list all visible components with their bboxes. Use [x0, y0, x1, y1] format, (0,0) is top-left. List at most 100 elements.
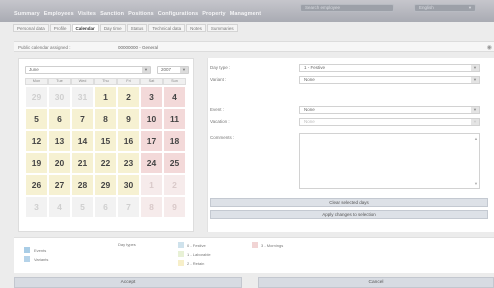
accept-button[interactable]: Accept — [14, 277, 242, 288]
month-select[interactable]: June ▼ — [25, 66, 151, 74]
calendar-day[interactable]: 2 — [163, 174, 186, 196]
chevron-down-icon: ▼ — [471, 65, 479, 71]
event-select[interactable]: None ▼ — [299, 106, 480, 114]
tab-calendar[interactable]: Calendar — [71, 24, 99, 32]
calendar-day[interactable]: 18 — [163, 130, 186, 152]
comments-label: Comments : — [210, 135, 235, 140]
calendar-day[interactable]: 1 — [94, 86, 117, 108]
calendar-day[interactable]: 10 — [140, 108, 163, 130]
menu-managment[interactable]: Managment — [230, 11, 261, 17]
calendar-day[interactable]: 7 — [117, 196, 140, 218]
chevron-down-icon: ▼ — [471, 107, 479, 113]
language-select[interactable]: English ▼ — [414, 4, 476, 12]
calendar-day[interactable]: 26 — [25, 174, 48, 196]
calendar-day[interactable]: 20 — [48, 152, 71, 174]
calendar-day[interactable]: 27 — [48, 174, 71, 196]
calendar-day[interactable]: 31 — [71, 86, 94, 108]
calendar-day[interactable]: 9 — [163, 196, 186, 218]
tab-summaries[interactable]: Summaries — [206, 24, 238, 32]
menu-property[interactable]: Property — [202, 11, 225, 17]
calendar-day[interactable]: 11 — [163, 108, 186, 130]
calendar-day[interactable]: 6 — [94, 196, 117, 218]
vacation-label: Vacation : — [210, 119, 230, 124]
tab-profile[interactable]: Profile — [49, 24, 71, 32]
legend-mornings: 3 - Mornings — [261, 243, 284, 248]
calendar-day[interactable]: 22 — [94, 152, 117, 174]
year-select[interactable]: 2007 ▼ — [157, 66, 189, 74]
calendar-day[interactable]: 16 — [117, 130, 140, 152]
calendar-day[interactable]: 19 — [25, 152, 48, 174]
menu-configurations[interactable]: Configurations — [158, 11, 199, 17]
calendar-day[interactable]: 7 — [71, 108, 94, 130]
weekday-header: Sun — [163, 78, 186, 85]
day-type-select[interactable]: 1 - Festive ▼ — [299, 64, 480, 72]
language-value: English — [419, 5, 434, 10]
tab-personal-data[interactable]: Personal data — [13, 24, 49, 32]
main-menu: Summary Employees Visites Sanction Posit… — [14, 11, 261, 17]
vacation-select[interactable]: None ▼ — [299, 118, 480, 126]
calendar-day[interactable]: 15 — [94, 130, 117, 152]
calendar-day[interactable]: 8 — [140, 196, 163, 218]
calendar-day[interactable]: 4 — [163, 86, 186, 108]
calendar-day[interactable]: 21 — [71, 152, 94, 174]
calendar-day[interactable]: 13 — [48, 130, 71, 152]
calendar-day[interactable]: 1 — [140, 174, 163, 196]
variant-label: Variant : — [210, 77, 227, 82]
menu-visites[interactable]: Visites — [78, 11, 96, 17]
event-label: Event : — [210, 107, 225, 112]
calendar-day[interactable]: 30 — [48, 86, 71, 108]
calendar-day[interactable]: 5 — [71, 196, 94, 218]
chevron-down-icon: ▼ — [142, 67, 150, 73]
tab-status[interactable]: Status — [126, 24, 148, 32]
variant-value: None — [304, 77, 315, 82]
menu-positions[interactable]: Positions — [128, 11, 154, 17]
calendar-day[interactable]: 12 — [25, 130, 48, 152]
calendar-day[interactable]: 28 — [71, 174, 94, 196]
vacation-value: None — [304, 119, 315, 124]
calendar-day[interactable]: 30 — [117, 174, 140, 196]
day-settings-form: Day type : 1 - Festive ▼ Variant : None … — [207, 58, 494, 232]
calendar-day[interactable]: 5 — [25, 108, 48, 130]
search-input[interactable]: Search employee — [300, 4, 394, 12]
weekday-header: Tue — [48, 78, 71, 85]
clear-selected-days-button[interactable]: Clear selected days — [210, 198, 488, 207]
public-calendar-value: 00000000 - General — [118, 45, 159, 50]
calendar-day[interactable]: 8 — [94, 108, 117, 130]
calendar-day[interactable]: 6 — [48, 108, 71, 130]
tab-technical-data[interactable]: Technical data — [148, 24, 186, 32]
events-swatch — [24, 247, 30, 253]
comments-textarea[interactable]: ▲ ▼ — [299, 133, 480, 189]
view-icon[interactable]: ◉ — [487, 44, 492, 51]
chevron-down-icon: ▼ — [180, 67, 188, 73]
calendar-day[interactable]: 14 — [71, 130, 94, 152]
calendar-day[interactable]: 29 — [94, 174, 117, 196]
variant-select[interactable]: None ▼ — [299, 76, 480, 84]
calendar-day[interactable]: 29 — [25, 86, 48, 108]
menu-summary[interactable]: Summary — [14, 11, 40, 17]
calendar-day[interactable]: 4 — [48, 196, 71, 218]
tab-day-time[interactable]: Day time — [99, 24, 126, 32]
menu-employees[interactable]: Employees — [44, 11, 74, 17]
calendar-day[interactable]: 9 — [117, 108, 140, 130]
legend-events: Events — [34, 248, 47, 253]
month-value: June — [29, 67, 39, 72]
year-value: 2007 — [161, 67, 172, 72]
calendar-day[interactable]: 3 — [25, 196, 48, 218]
public-calendar-label: Public calendar assigned : — [18, 45, 71, 50]
calendar-day[interactable]: 24 — [140, 152, 163, 174]
cancel-button[interactable]: Cancel — [258, 277, 494, 288]
tab-notes[interactable]: Notes — [186, 24, 206, 32]
calendar-day[interactable]: 23 — [117, 152, 140, 174]
weekday-header: Fri — [117, 78, 140, 85]
legend-retain: 2 - Retain — [187, 261, 205, 266]
calendar-day[interactable]: 2 — [117, 86, 140, 108]
calendar-panel: June ▼ 2007 ▼ Mon Tue Wed Thu Fri Sat Sun 29 30 3… — [18, 58, 194, 232]
menu-sanction[interactable]: Sanction — [100, 11, 124, 17]
calendar-day[interactable]: 3 — [140, 86, 163, 108]
calendar-day[interactable]: 25 — [163, 152, 186, 174]
weekday-header: Wed — [71, 78, 94, 85]
scroll-down-icon[interactable]: ▼ — [474, 181, 478, 186]
calendar-day[interactable]: 17 — [140, 130, 163, 152]
scroll-up-icon[interactable]: ▲ — [474, 136, 478, 141]
apply-changes-button[interactable]: Apply changes to selection — [210, 210, 488, 219]
